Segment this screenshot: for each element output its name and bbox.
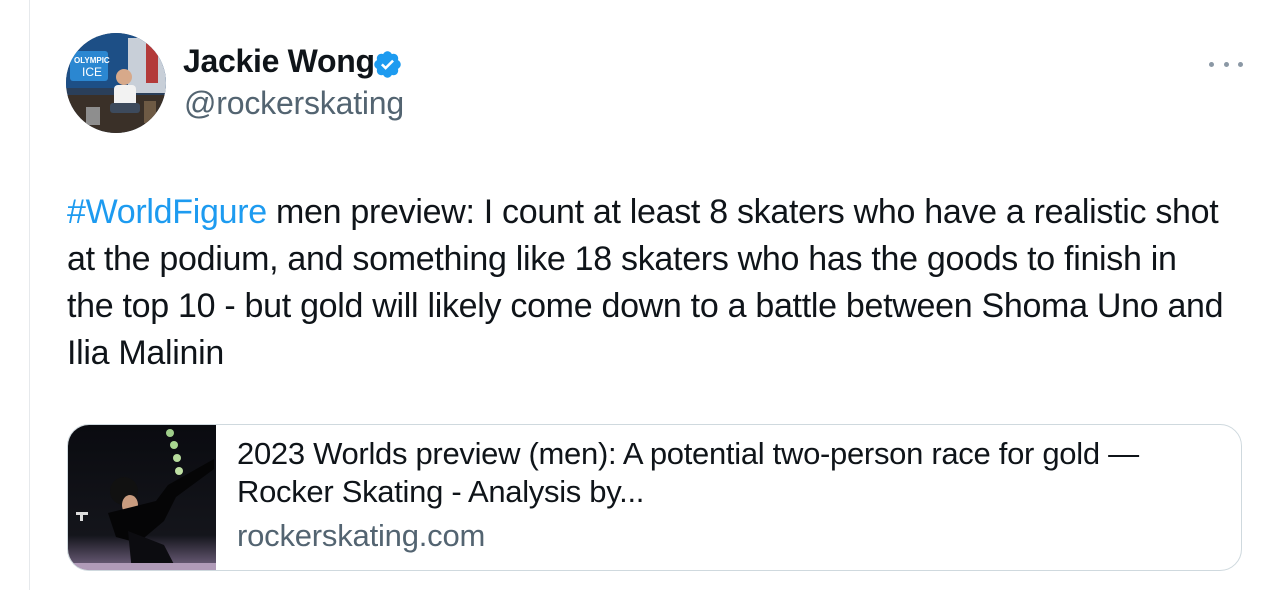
- avatar-image: OLYMPIC ICE: [66, 33, 166, 133]
- more-dot: [1223, 61, 1229, 67]
- author-handle[interactable]: @rockerskating: [184, 85, 404, 122]
- more-options-button[interactable]: [1209, 54, 1243, 74]
- avatar-logo-line1: OLYMPIC: [74, 56, 110, 65]
- more-dot: [1238, 61, 1243, 67]
- hashtag-link[interactable]: #WorldFigure: [67, 193, 267, 231]
- author-name[interactable]: Jackie Wong: [183, 43, 375, 80]
- card-thumbnail-image: [68, 425, 216, 570]
- tweet[interactable]: OLYMPIC ICE Jackie Wong @rockerskating #…: [0, 0, 1280, 590]
- card-domain: rockerskating.com: [237, 518, 486, 553]
- more-horizontal-icon: [1209, 61, 1214, 67]
- card-title: 2023 Worlds preview (men): A potential t…: [237, 436, 1139, 509]
- avatar[interactable]: OLYMPIC ICE: [66, 33, 166, 133]
- tweet-text: #WorldFigure men preview: I count at lea…: [67, 189, 1227, 377]
- avatar-logo-line2: ICE: [82, 65, 102, 79]
- verified-badge-icon: [374, 51, 401, 78]
- link-preview-card[interactable]: 2023 Worlds preview (men): A potential t…: [67, 424, 1242, 571]
